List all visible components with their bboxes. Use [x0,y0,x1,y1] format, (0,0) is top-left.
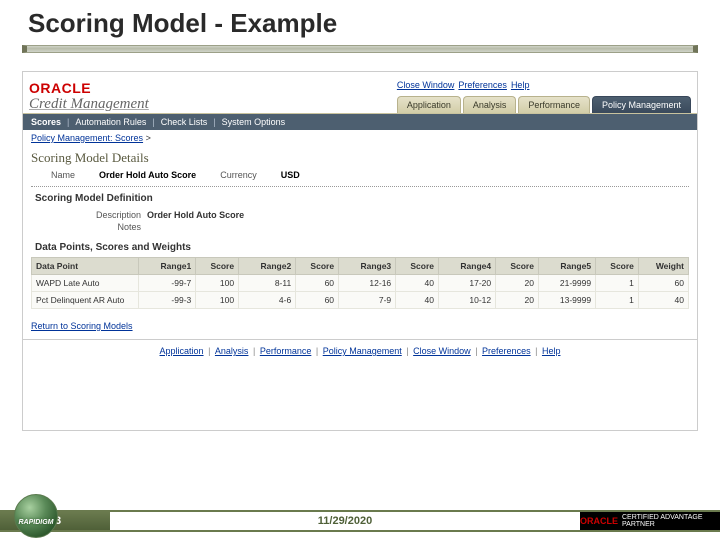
bottom-nav-application[interactable]: Application [158,346,206,356]
subtab-scores[interactable]: Scores [31,117,61,127]
top-links: Close Window Preferences Help [397,76,530,90]
bottom-nav-analysis[interactable]: Analysis [213,346,251,356]
col-range5: Range5 [538,258,595,275]
return-link[interactable]: Return to Scoring Models [31,321,133,331]
rapidigm-logo: RAPIDIGM [10,519,62,526]
table-header-row: Data Point Range1 Score Range2 Score Ran… [32,258,689,275]
bottom-nav-policy[interactable]: Policy Management [321,346,404,356]
breadcrumb-sep: > [146,133,151,143]
col-score1: Score [196,258,239,275]
help-link[interactable]: Help [511,80,530,90]
label-name: Name [51,170,75,180]
slide-title: Scoring Model - Example [0,0,720,41]
subsection-heading-datapoints: Data Points, Scores and Weights [35,242,689,253]
col-score3: Score [396,258,439,275]
col-range3: Range3 [339,258,396,275]
col-score4: Score [496,258,539,275]
oracle-logo: ORACLE [29,80,149,96]
bottom-nav-help[interactable]: Help [540,346,563,356]
label-description: Description [83,210,141,220]
cell-dp: WAPD Late Auto [32,275,139,292]
bottom-nav-close[interactable]: Close Window [411,346,473,356]
value-name: Order Hold Auto Score [99,170,196,180]
tab-policy-management[interactable]: Policy Management [592,96,691,113]
close-window-link[interactable]: Close Window [397,80,455,90]
app-header: ORACLE Credit Management Close Window Pr… [23,72,697,114]
bottom-nav-performance[interactable]: Performance [258,346,314,356]
oracle-mark-icon: ORACLE [580,516,618,526]
subsection-heading-definition: Scoring Model Definition [35,193,689,204]
tab-application[interactable]: Application [397,96,461,113]
divider [31,186,689,187]
slide-footer: 13 11/29/2020 ORACLE CERTIFIED ADVANTAGE… [0,494,720,540]
table-row: Pct Delinquent AR Auto -99-3 100 4-6 60 … [32,292,689,309]
main-tabs: Application Analysis Performance Policy … [397,95,691,113]
col-range2: Range2 [239,258,296,275]
section-heading-details: Scoring Model Details [31,150,689,166]
cell-dp: Pct Delinquent AR Auto [32,292,139,309]
subtab-check-lists[interactable]: Check Lists [161,117,208,127]
partner-badge-text: CERTIFIED ADVANTAGE PARTNER [622,514,720,528]
subtab-automation-rules[interactable]: Automation Rules [75,117,146,127]
footer-date: 11/29/2020 [110,512,580,530]
col-datapoint: Data Point [32,258,139,275]
breadcrumb: Policy Management: Scores > [23,130,697,146]
brand-area: ORACLE Credit Management [29,80,149,113]
value-description: Order Hold Auto Score [147,210,244,220]
col-weight: Weight [638,258,688,275]
label-currency: Currency [220,170,257,180]
table-row: WAPD Late Auto -99-7 100 8-11 60 12-16 4… [32,275,689,292]
partner-badge: ORACLE CERTIFIED ADVANTAGE PARTNER [580,512,720,530]
col-range1: Range1 [139,258,196,275]
details-row: Name Order Hold Auto Score Currency USD [23,168,697,182]
subtab-system-options[interactable]: System Options [222,117,286,127]
tab-performance[interactable]: Performance [518,96,590,113]
app-window: ORACLE Credit Management Close Window Pr… [22,71,698,431]
bottom-nav: Application | Analysis | Performance | P… [23,339,697,362]
col-score5: Score [596,258,639,275]
preferences-link[interactable]: Preferences [458,80,507,90]
value-currency: USD [281,170,300,180]
breadcrumb-root[interactable]: Policy Management: Scores [31,133,143,143]
title-underline [22,45,698,53]
globe-icon [14,494,58,538]
tab-analysis[interactable]: Analysis [463,96,517,113]
app-name: Credit Management [29,96,149,113]
col-score2: Score [296,258,339,275]
footer-bar: 13 11/29/2020 ORACLE CERTIFIED ADVANTAGE… [0,510,720,532]
bottom-nav-prefs[interactable]: Preferences [480,346,533,356]
col-range4: Range4 [439,258,496,275]
sub-tabs: Scores | Automation Rules | Check Lists … [23,114,697,130]
definition-block: Description Order Hold Auto Score Notes [23,206,697,236]
label-notes: Notes [83,222,141,232]
data-points-table: Data Point Range1 Score Range2 Score Ran… [31,257,689,309]
